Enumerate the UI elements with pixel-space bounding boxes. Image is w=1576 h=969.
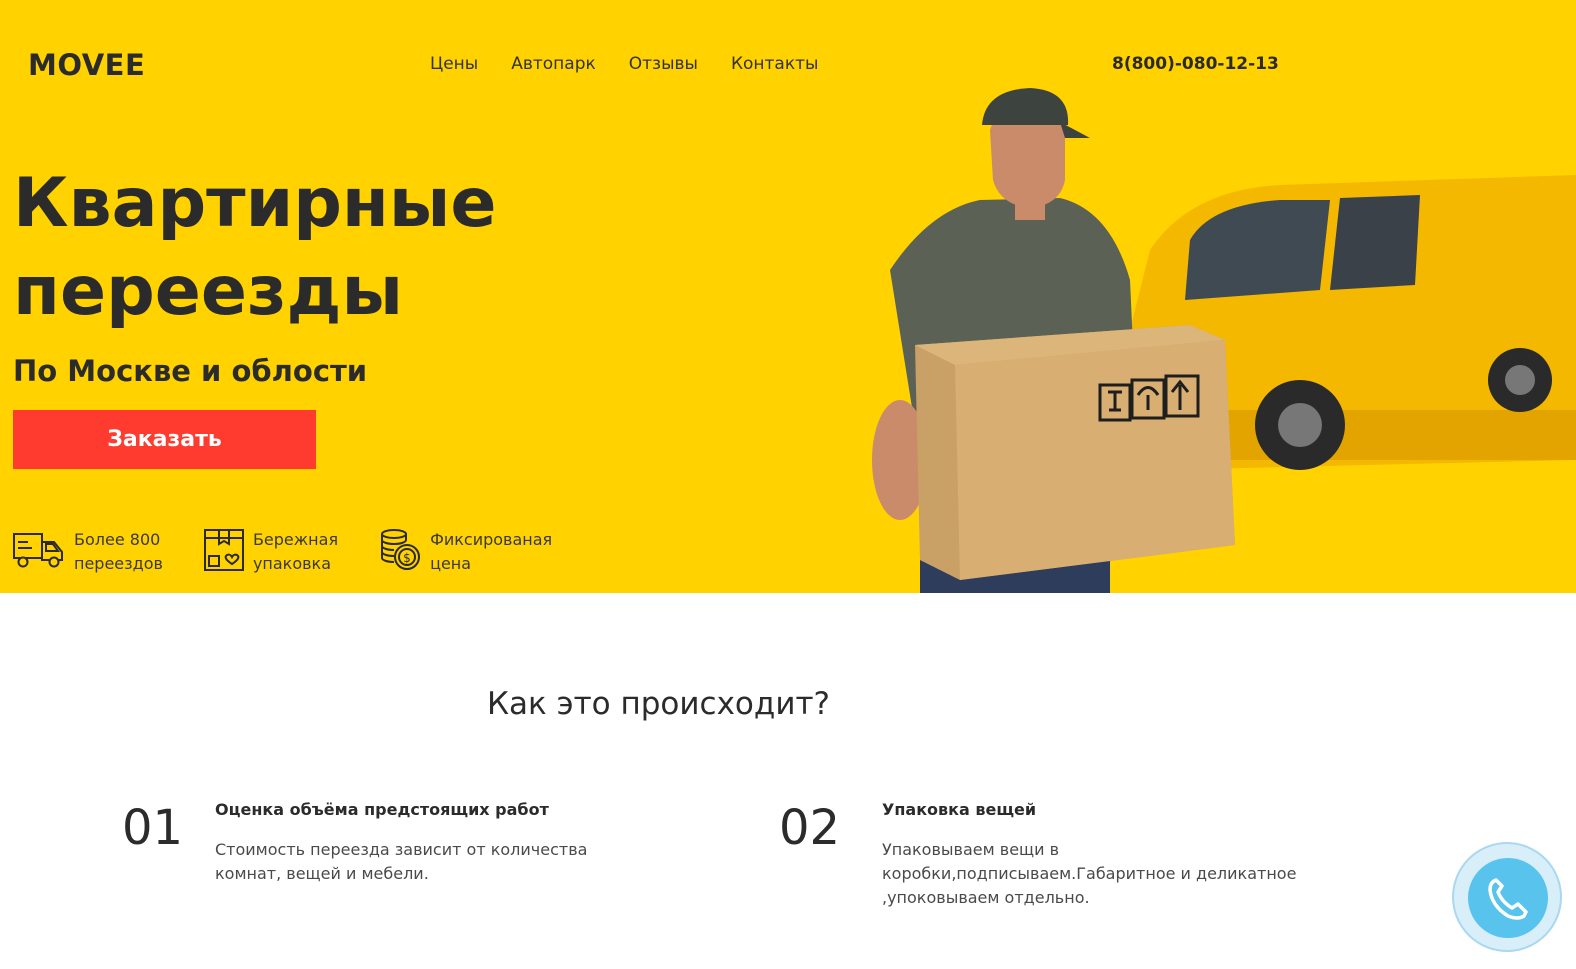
features-list: Более 800 переездов Бережная упаковка $ …: [12, 528, 552, 576]
truck-icon: [13, 533, 63, 568]
hero-title-line1: Квартирные: [13, 164, 497, 243]
feature-packing-line1: Бережная: [252, 530, 339, 549]
nav-link-prices[interactable]: Цены: [430, 54, 478, 74]
step-number: 02: [779, 800, 841, 856]
step-title: Оценка объёма предстоящих работ: [215, 800, 549, 819]
hero-illustration: [872, 88, 1576, 593]
svg-text:$: $: [403, 551, 411, 565]
order-button[interactable]: Заказать: [13, 410, 316, 469]
feature-fixed-price-line1: Фиксированая: [430, 530, 553, 549]
feature-packing-line2: упаковка: [252, 554, 332, 573]
hero-section: MOVEE Цены Автопарк Отзывы Контакты 8(80…: [0, 0, 1576, 593]
step-description: Упаковываем вещи в коробки,подписываем.Г…: [882, 840, 1297, 907]
step-number: 01: [122, 800, 184, 856]
package-icon: [203, 529, 244, 571]
hero-subtitle: По Москве и облости: [13, 354, 368, 388]
feature-fixed-price-line2: цена: [430, 554, 472, 573]
nav-link-contacts[interactable]: Контакты: [731, 54, 819, 74]
feature-moves: Более 800 переездов: [12, 528, 163, 576]
feature-moves-line1: Более 800: [74, 530, 161, 549]
cardboard-box-illustration: [915, 325, 1235, 580]
hero-title-line2: переезды: [13, 252, 403, 331]
nav-link-fleet[interactable]: Автопарк: [511, 54, 596, 74]
nav-link-reviews[interactable]: Отзывы: [629, 54, 698, 74]
process-title: Как это происходит?: [487, 686, 830, 722]
main-nav: Цены Автопарк Отзывы Контакты: [430, 54, 818, 74]
callback-widget-inner: [1468, 858, 1548, 938]
feature-moves-text: Более 800 переездов: [74, 528, 163, 576]
logo[interactable]: MOVEE: [28, 48, 145, 82]
phone-link[interactable]: 8(800)-080-12-13: [1112, 54, 1279, 74]
hero-title: Квартирные переезды: [13, 160, 613, 336]
feature-moves-line2: переездов: [74, 554, 163, 573]
callback-widget-button[interactable]: [1452, 842, 1562, 952]
feature-fixed-price: $ Фиксированая цена: [378, 528, 552, 576]
step-title: Упаковка вещей: [882, 800, 1037, 819]
feature-packing: Бережная упаковка: [203, 528, 338, 576]
step-description: Стоимость переезда зависит от количества…: [215, 840, 588, 883]
feature-fixed-price-text: Фиксированая цена: [430, 528, 552, 576]
phone-icon: [1488, 878, 1528, 920]
feature-packing-text: Бережная упаковка: [253, 528, 338, 576]
coins-icon: $: [381, 529, 421, 570]
